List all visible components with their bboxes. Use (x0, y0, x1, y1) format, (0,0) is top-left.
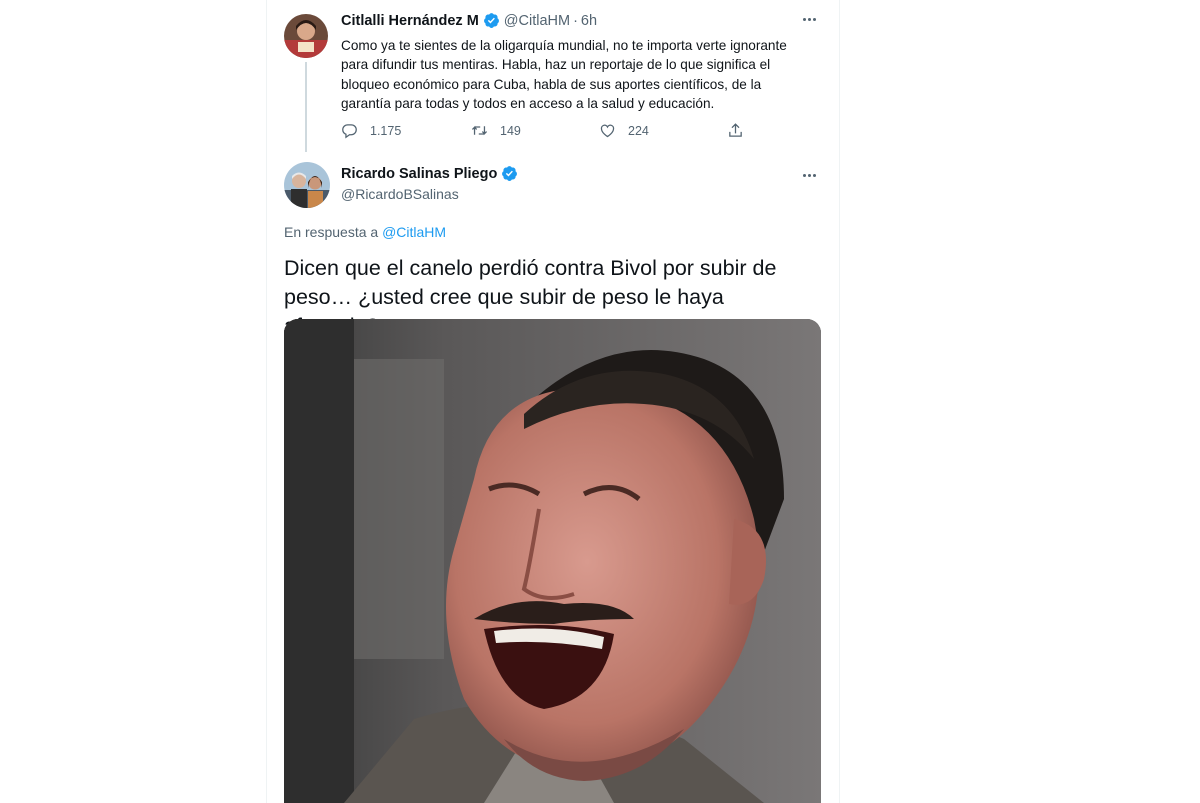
reply-mention-link[interactable]: @CitlaHM (382, 224, 446, 240)
like-button[interactable]: 224 (599, 122, 649, 139)
reply-icon (342, 124, 357, 139)
author-handle[interactable]: @CitlaHM (504, 13, 570, 29)
verified-badge-icon (483, 12, 500, 29)
retweet-count: 149 (500, 123, 521, 138)
more-options-icon[interactable] (803, 174, 821, 180)
reply-context: En respuesta a @CitlaHM (284, 224, 446, 240)
reply-button[interactable]: 1.175 (341, 122, 401, 139)
author-handle[interactable]: @RicardoBSalinas (341, 186, 459, 202)
share-icon (729, 123, 742, 137)
verified-badge-icon (501, 165, 518, 182)
like-count: 224 (628, 123, 649, 138)
timestamp[interactable]: 6h (581, 13, 597, 29)
share-button[interactable] (727, 122, 744, 139)
reply-count: 1.175 (370, 123, 402, 138)
tweet-text: Como ya te sientes de la oligarquía mund… (341, 38, 787, 111)
tweet-thread: Citlalli Hernández M @CitlaHM · 6h Como … (266, 0, 840, 803)
separator-dot: · (573, 12, 578, 29)
tweet-header: Ricardo Salinas Pliego (341, 165, 522, 182)
avatar[interactable] (284, 14, 328, 58)
heart-icon (600, 124, 615, 138)
more-options-icon[interactable] (803, 18, 821, 24)
avatar[interactable] (284, 162, 330, 208)
thread-connector (305, 62, 307, 152)
reply-prefix: En respuesta a (284, 224, 379, 240)
tweet-header: Citlalli Hernández M @CitlaHM · 6h (341, 12, 597, 29)
author-name[interactable]: Ricardo Salinas Pliego (341, 166, 497, 182)
tweet-media-image[interactable] (284, 319, 821, 803)
retweet-button[interactable]: 149 (471, 122, 521, 139)
author-name[interactable]: Citlalli Hernández M (341, 13, 479, 29)
retweet-icon (471, 125, 488, 136)
tweet-actions: 1.175 149 224 (341, 122, 744, 142)
